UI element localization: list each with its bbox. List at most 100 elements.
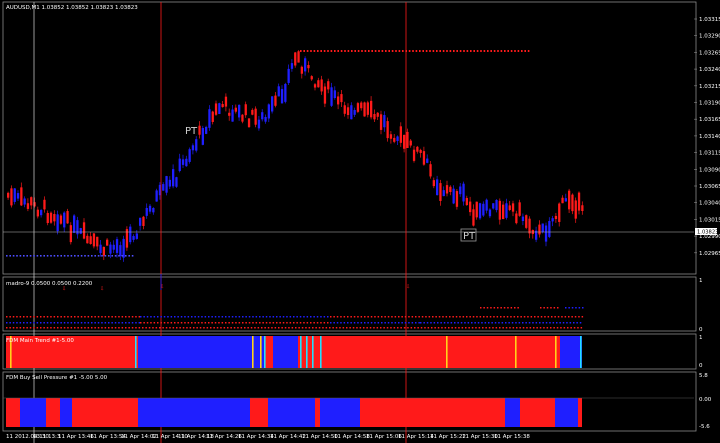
madro-dot [160,316,162,318]
madro-dot [218,322,220,324]
resistance-dot [524,50,526,52]
madro-dot [431,327,433,329]
madro-dot [16,327,18,329]
candle-body [469,201,472,213]
madro-dot [513,316,516,318]
trend-stripe [264,336,266,368]
support-dot [80,255,83,257]
resistance-dot [436,50,438,52]
madro-dot [450,322,453,324]
candle-body [558,203,561,222]
madro-dot [101,316,103,318]
madro-dot [353,316,356,318]
madro-dot [336,316,339,318]
madro-dot [377,316,380,318]
madro-dot [131,316,134,318]
candle-body [551,218,554,222]
support-dot [43,255,45,257]
madro-dot [491,322,493,324]
candle-body [406,131,409,149]
pressure-block [520,398,555,427]
candle-body [175,177,178,187]
madro-dot [556,322,558,324]
madro-dot [327,322,329,324]
resistance-dot [306,50,309,52]
madro-dot [481,322,483,324]
resistance-dot [340,50,343,52]
madro-dot [435,316,437,318]
madro-dot [57,316,59,318]
candle-body [317,80,320,88]
pressure-block [138,398,250,427]
resistance-dot [412,50,414,52]
candle-body [274,95,277,106]
madro-dot [424,327,426,329]
madro-dot [391,322,393,324]
madro-dot [505,327,508,329]
madro-dot [407,327,409,329]
resistance-dot [429,50,431,52]
resistance-dot [351,50,353,52]
candle-body [333,90,336,99]
madro-dot [376,327,379,329]
resistance-dot [497,50,499,52]
madro-dot [135,316,137,318]
madro-dot [498,322,500,324]
madro-dot [510,307,513,309]
madro-dot [443,322,446,324]
madro-dot [401,316,403,318]
madro-dot [125,322,127,324]
candle-body [152,208,155,213]
madro-dot [242,322,244,324]
madro-dot [367,316,369,318]
madro-dot [111,322,113,324]
support-dot [57,255,59,257]
madro-dot [401,322,403,324]
candle-body [528,218,531,234]
madro-dot [537,316,539,318]
madro-dot [554,316,556,318]
madro-dot [108,322,110,324]
madro-dot [272,322,275,324]
madro-dot [374,316,376,318]
madro-dot [420,322,422,324]
madro-dot [9,327,11,329]
resistance-dot [422,50,424,52]
madro-dot [228,322,230,324]
trend-block [330,336,560,368]
candle-body [142,216,145,226]
madro-dot [240,327,243,329]
madro-dot [50,316,52,318]
resistance-dot [510,50,513,52]
candle-body [191,145,195,151]
madro-dot [153,322,156,324]
resistance-dot [463,50,465,52]
madro-dot [557,316,560,318]
madro-dot [454,322,456,324]
madro-dot [507,307,509,309]
support-dot [104,255,107,257]
madro-dot [187,316,190,318]
madro-dot [469,316,471,318]
madro-dot [397,327,399,329]
resistance-dot [402,50,404,52]
candle-body [300,66,303,74]
candle-body [459,186,462,195]
madro-dot [364,316,366,318]
candle-body [241,114,244,122]
candle-body [188,149,191,162]
madro-dot [318,327,321,329]
madro-arrow: ⇩ [160,284,164,290]
madro-dot [194,322,196,324]
madro-dot [9,316,11,318]
madro-dot [114,322,117,324]
madro-dot [516,327,518,329]
madro-dot [40,327,42,329]
candle-body [389,134,393,139]
madro-dot [299,316,302,318]
candle-body [541,223,544,233]
madro-dot [571,307,574,309]
candle-body [69,225,72,243]
madro-dot [360,316,363,318]
chart-canvas[interactable]: ⇩ ⇩ ⇩ ⇩ AUDUSD,M1 1.03852 1.03852 1.03823 1… [0,0,720,443]
